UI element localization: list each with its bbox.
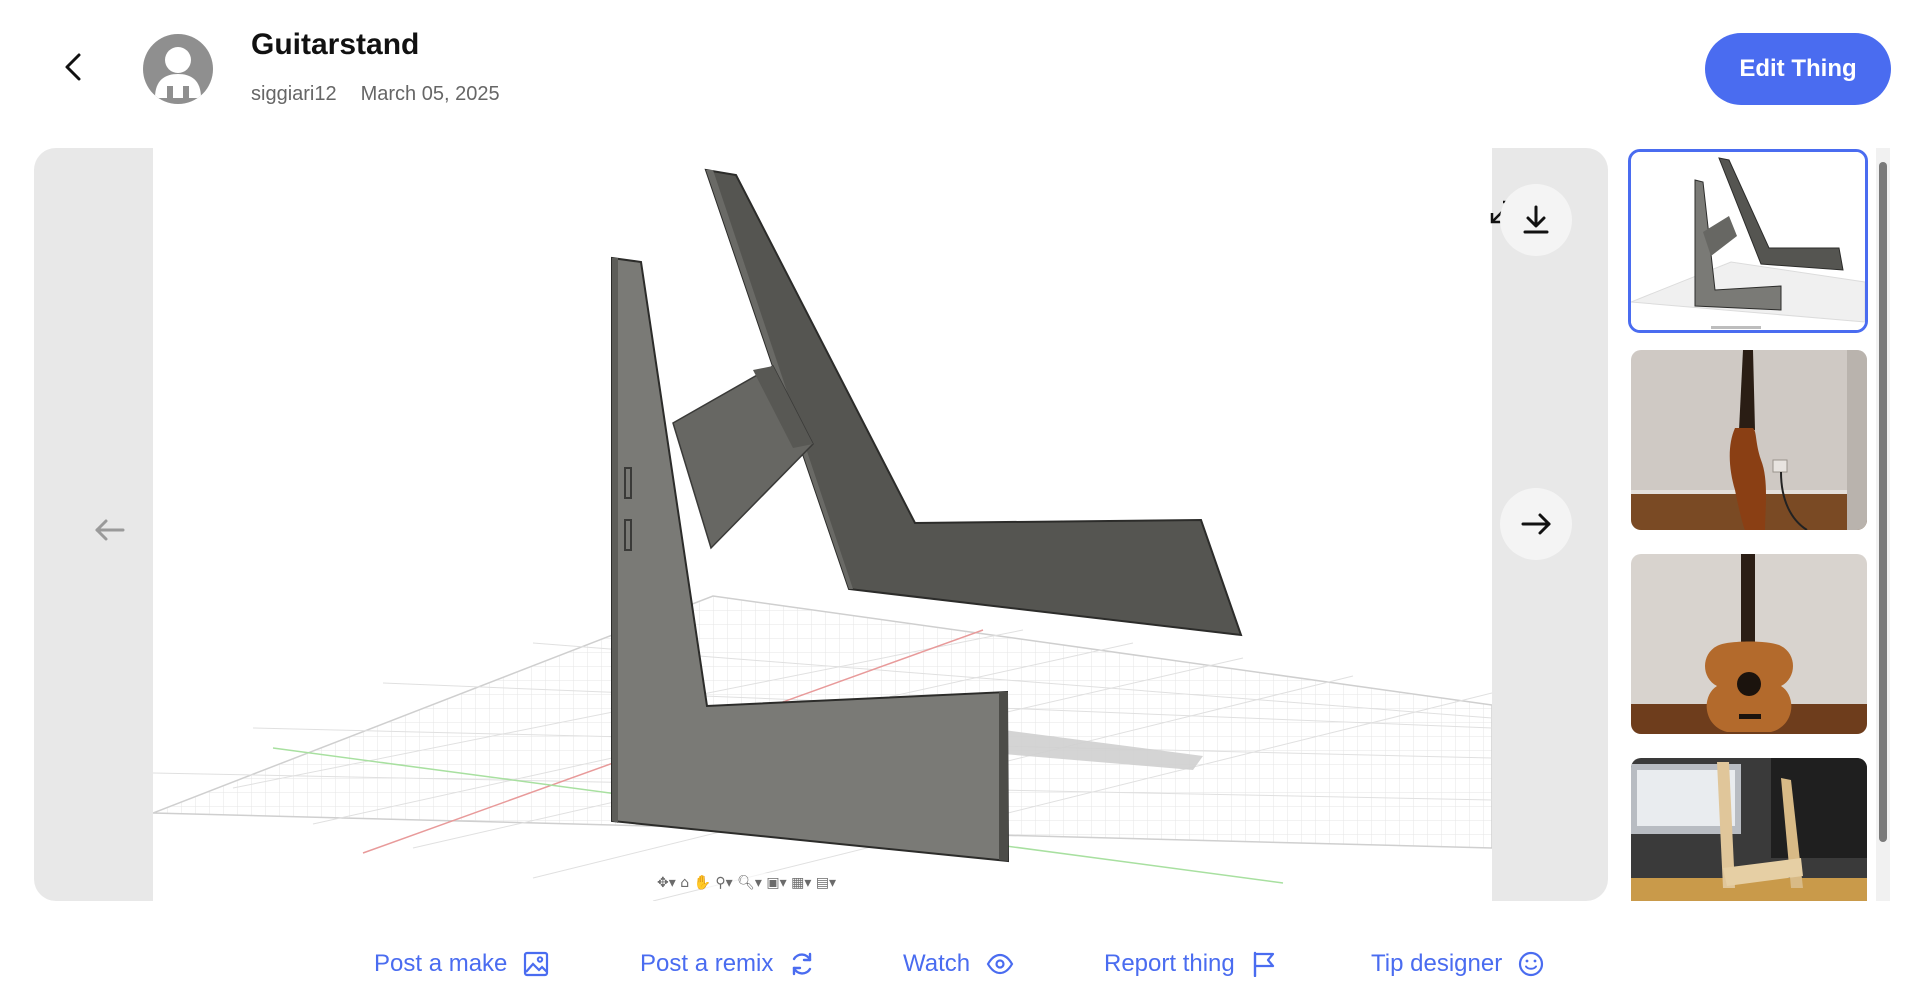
watch-label: Watch: [903, 950, 971, 977]
watch-link[interactable]: Watch: [903, 950, 1014, 978]
guitar-side-photo-image: [1631, 350, 1867, 530]
post-make-link[interactable]: Post a make: [374, 950, 549, 978]
post-make-label: Post a make: [374, 950, 508, 977]
model-viewer: ✥▾ ⌂ ✋ ⚲▾ 🔍︎▾ ▣▾ ▦▾ ▤▾: [34, 148, 1608, 901]
download-icon: [1523, 205, 1549, 234]
refresh-icon: [793, 952, 812, 976]
arrow-left-icon: [95, 519, 125, 541]
stand-desk-photo-image: [1631, 758, 1867, 901]
thing-meta: siggiari12 March 05, 2025: [251, 83, 500, 106]
user-avatar-icon: [155, 47, 201, 98]
tip-designer-label: Tip designer: [1371, 950, 1503, 977]
post-remix-link[interactable]: Post a remix: [640, 950, 815, 978]
flag-icon: [1253, 951, 1274, 977]
edit-thing-button[interactable]: Edit Thing: [1705, 33, 1891, 105]
post-remix-label: Post a remix: [640, 950, 774, 977]
report-thing-label: Report thing: [1104, 950, 1235, 977]
chevron-left-icon: [65, 53, 81, 81]
thumbnail-stand-desk[interactable]: [1631, 758, 1867, 901]
thumbnail-scrollbar[interactable]: [1876, 148, 1890, 901]
svg-text:✥▾ ⌂ ✋ ⚲▾ 🔍︎▾ ▣▾ ▦▾ ▤▾: ✥▾ ⌂ ✋ ⚲▾ 🔍︎▾ ▣▾ ▦▾ ▤▾: [657, 874, 836, 891]
download-button[interactable]: [1500, 184, 1572, 256]
author-link[interactable]: siggiari12: [251, 83, 337, 106]
image-icon: [524, 951, 549, 977]
back-button[interactable]: [52, 46, 94, 88]
report-thing-link[interactable]: Report thing: [1104, 950, 1277, 978]
thing-header: Guitarstand siggiari12 March 05, 2025 Ed…: [0, 0, 1906, 140]
guitar-front-photo-image: [1631, 554, 1867, 734]
tip-designer-link[interactable]: Tip designer: [1371, 950, 1544, 978]
thumbnail-guitar-front[interactable]: [1631, 554, 1867, 734]
scrollbar-thumb[interactable]: [1879, 162, 1887, 842]
next-image-button[interactable]: [1500, 488, 1572, 560]
thumbnail-guitar-side[interactable]: [1631, 350, 1867, 530]
arrow-right-icon: [1521, 513, 1551, 535]
guitar-stand-render: ✥▾ ⌂ ✋ ⚲▾ 🔍︎▾ ▣▾ ▦▾ ▤▾: [153, 168, 1492, 901]
thing-title: Guitarstand: [251, 28, 420, 61]
publish-date: March 05, 2025: [360, 83, 500, 105]
action-bar: Post a make Post a remix Watch Report th…: [0, 950, 1906, 996]
smiley-icon: [1519, 951, 1544, 977]
thumbnail-strip: [1627, 148, 1889, 901]
model-render-canvas[interactable]: ✥▾ ⌂ ✋ ⚲▾ 🔍︎▾ ▣▾ ▦▾ ▤▾: [153, 148, 1514, 901]
eye-icon: [986, 953, 1014, 975]
avatar[interactable]: [143, 34, 213, 104]
viewport-toolbar[interactable]: ✥▾ ⌂ ✋ ⚲▾ 🔍︎▾ ▣▾ ▦▾ ▤▾: [651, 873, 871, 891]
prev-image-button[interactable]: [80, 500, 140, 560]
model-thumbnail-image: [1631, 152, 1865, 330]
thumbnail-model-render[interactable]: [1628, 149, 1868, 333]
